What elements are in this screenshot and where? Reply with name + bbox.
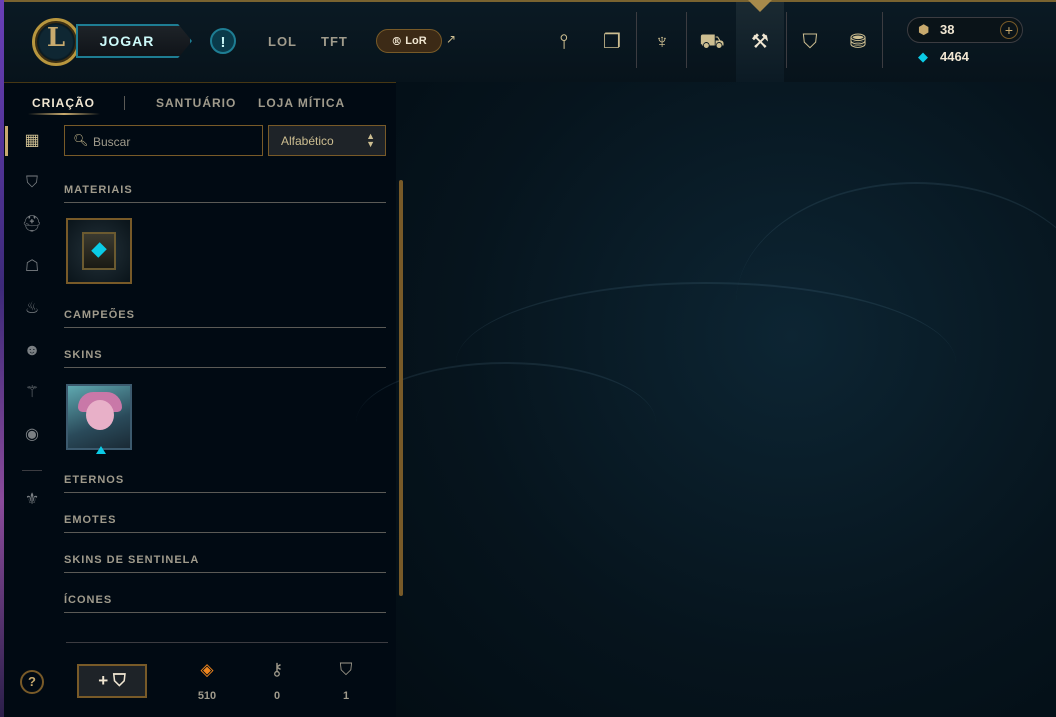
chest-count-icon: ⛉ xyxy=(339,660,353,679)
tft-cards-icon[interactable]: ❐ xyxy=(598,28,626,56)
section-divider xyxy=(64,492,386,493)
champion-helmet-icon[interactable]: ⛑ xyxy=(20,213,44,237)
summoner-icon-icon[interactable]: ◉ xyxy=(20,423,44,447)
play-button[interactable]: JOGAR xyxy=(76,24,192,58)
blue-essence-value: 4464 xyxy=(940,49,969,64)
search-icon: 🔍︎ xyxy=(73,133,89,147)
tab-crafting[interactable]: CRIAÇÃO xyxy=(32,96,95,110)
skin-mask-icon[interactable]: ☖ xyxy=(20,255,44,279)
section-champions[interactable]: CAMPEÕES xyxy=(64,309,135,321)
lor-label: LoR xyxy=(405,35,427,47)
tab-sanctuary[interactable]: SANTUÁRIO xyxy=(156,96,236,110)
chest-count: 1 xyxy=(342,690,350,702)
section-skins[interactable]: SKINS xyxy=(64,349,103,361)
section-divider xyxy=(64,327,386,328)
skin-portrait-face xyxy=(86,400,114,430)
loot-crafting-icon[interactable]: ⚒ xyxy=(746,28,774,56)
external-link-icon: ↗ xyxy=(446,32,457,46)
nav-separator xyxy=(686,12,687,68)
add-chest-button[interactable]: + ⛉ xyxy=(77,664,147,698)
store-coins-icon[interactable]: ⛃ xyxy=(844,28,872,56)
section-materials[interactable]: MATERIAIS xyxy=(64,184,133,196)
buy-rp-button[interactable]: + xyxy=(1000,21,1018,39)
orange-essence-count: 510 xyxy=(197,690,217,702)
all-grid-icon[interactable]: ▦ xyxy=(20,129,44,153)
nav-separator xyxy=(636,12,637,68)
footer-divider xyxy=(66,642,388,643)
section-icons[interactable]: ÍCONES xyxy=(64,594,112,606)
nav-active-chevron-icon xyxy=(748,0,772,12)
tab-lol[interactable]: LOL xyxy=(268,34,297,49)
section-divider xyxy=(64,532,386,533)
tab-separator xyxy=(124,96,125,110)
inventory-bag-icon[interactable]: ⛟ xyxy=(698,28,726,56)
tab-mythic-shop[interactable]: LOJA MÍTICA xyxy=(258,96,345,110)
section-emotes[interactable]: EMOTES xyxy=(64,514,116,526)
help-button[interactable]: ? xyxy=(20,670,44,694)
section-eternals[interactable]: ETERNOS xyxy=(64,474,124,486)
riot-points-icon: ⬢ xyxy=(918,22,930,37)
sort-selected-value: Alfabético xyxy=(281,134,334,148)
hextech-chest-icon xyxy=(82,232,116,270)
nav-separator xyxy=(882,12,883,68)
eternals-icon[interactable]: ⚚ xyxy=(20,381,44,405)
section-divider xyxy=(64,367,386,368)
emote-face-icon[interactable]: ☻ xyxy=(20,339,44,363)
profile-laurel-icon[interactable]: ♆ xyxy=(648,28,676,56)
home-trident-icon[interactable]: ⫯ xyxy=(550,28,578,56)
key-fragment-icon: ⚷ xyxy=(270,660,284,679)
ward-flame-icon[interactable]: ♨ xyxy=(20,297,44,321)
orange-essence-icon: ◈ xyxy=(200,660,214,679)
collection-shield-icon[interactable]: ⛉ xyxy=(796,28,824,56)
left-window-edge xyxy=(0,0,4,717)
filter-divider xyxy=(22,470,42,471)
loot-scrollbar[interactable] xyxy=(399,180,403,596)
filter-active-indicator xyxy=(5,126,8,156)
chest-gem xyxy=(91,242,107,258)
nav-separator xyxy=(786,12,787,68)
blue-essence-icon: ◆ xyxy=(918,49,928,64)
sort-dropdown[interactable]: Alfabético ▲ ▼ xyxy=(268,125,386,156)
rp-value: 38 xyxy=(940,22,955,37)
sort-chevron-icon: ▲ ▼ xyxy=(366,131,375,149)
top-gold-border xyxy=(4,0,1056,2)
loot-item-skin[interactable] xyxy=(66,384,132,450)
search-field[interactable]: 🔍︎ xyxy=(64,125,263,156)
search-input[interactable] xyxy=(91,132,260,152)
league-logo-button[interactable]: L xyxy=(32,18,80,66)
tab-active-underline xyxy=(28,113,100,115)
alert-icon[interactable]: ! xyxy=(210,28,236,54)
section-divider xyxy=(64,202,386,203)
section-divider xyxy=(64,612,386,613)
chest-icon[interactable]: ⛉ xyxy=(20,171,44,195)
section-divider xyxy=(64,572,386,573)
tab-tft[interactable]: TFT xyxy=(321,34,348,49)
loot-item-material[interactable] xyxy=(66,218,132,284)
section-ward-skins[interactable]: SKINS DE SENTINELA xyxy=(64,554,199,566)
skin-rarity-icon xyxy=(96,446,106,454)
logo-letter: L xyxy=(46,23,66,53)
loot-preview-area xyxy=(356,82,1056,717)
lor-button[interactable]: ® LoR xyxy=(376,29,442,53)
key-fragment-count: 0 xyxy=(273,690,281,702)
other-icon[interactable]: ⚜ xyxy=(20,488,44,512)
